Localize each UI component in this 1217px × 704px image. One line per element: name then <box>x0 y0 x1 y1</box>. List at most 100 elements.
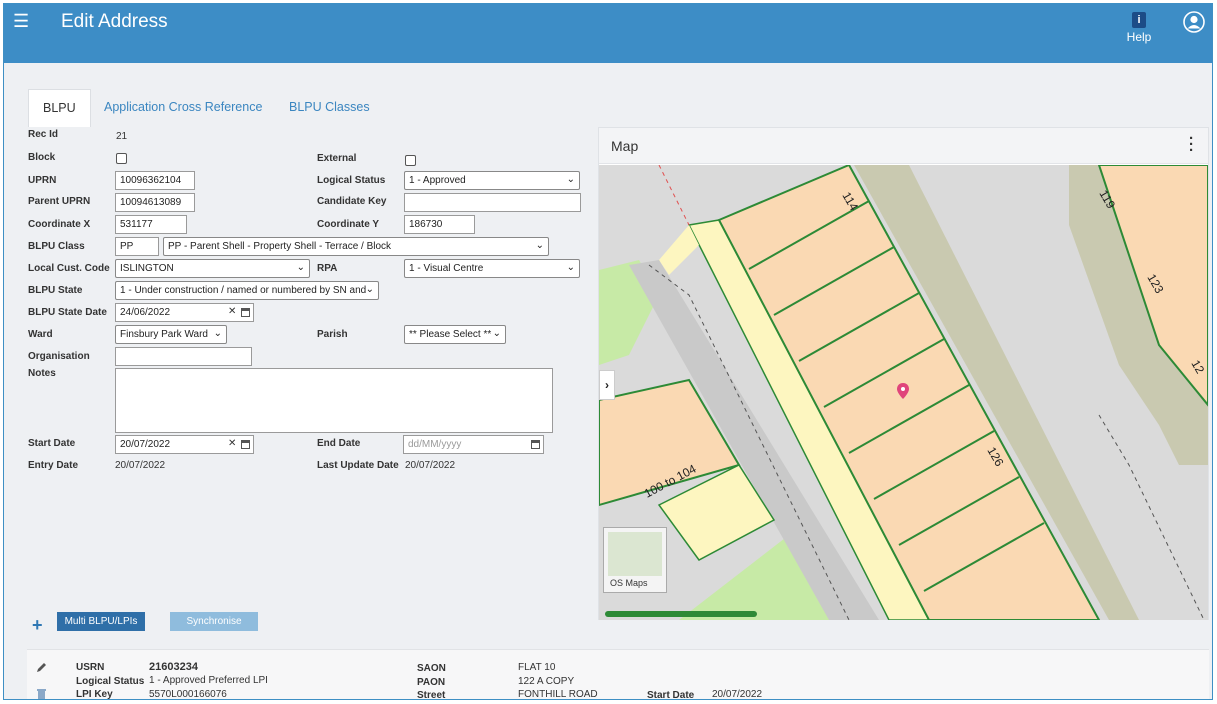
pencil-icon[interactable] <box>35 662 47 674</box>
synchronise-button[interactable]: Synchronise <box>170 612 258 631</box>
lpi-logical-status-value: 1 - Approved Preferred LPI <box>149 675 268 686</box>
ward-select[interactable]: Finsbury Park Ward ⌄ <box>115 325 227 344</box>
tab-application-cross-reference[interactable]: Application Cross Reference <box>104 89 262 127</box>
basemap-switcher[interactable]: OS Maps <box>603 527 667 593</box>
saon-value: FLAT 10 <box>518 662 556 673</box>
block-checkbox[interactable] <box>116 153 127 164</box>
lpi-start-date-value: 20/07/2022 <box>712 689 763 700</box>
map-panel: Map · · · 114 119 123 12 126 100 to 104 … <box>598 127 1209 620</box>
candidate-key-label: Candidate Key <box>317 196 387 207</box>
chevron-right-icon[interactable]: › <box>599 370 615 400</box>
blpu-state-date-field[interactable]: 24/06/2022 ✕ <box>115 303 254 322</box>
notes-textarea[interactable] <box>115 368 553 433</box>
logical-status-label: Logical Status <box>317 175 386 186</box>
start-date-label: Start Date <box>28 438 76 449</box>
blpu-state-select[interactable]: 1 - Under construction / named or number… <box>115 281 379 300</box>
uprn-label: UPRN <box>28 175 57 186</box>
local-cust-code-select[interactable]: ISLINGTON ⌄ <box>115 259 310 278</box>
parent-uprn-label: Parent UPRN <box>28 196 91 207</box>
blpu-class-value: PP - Parent Shell - Property Shell - Ter… <box>168 241 392 252</box>
organisation-field[interactable] <box>115 347 252 366</box>
chevron-down-icon: ⌄ <box>365 284 374 295</box>
coordinate-x-label: Coordinate X <box>28 219 91 230</box>
chevron-down-icon: ⌄ <box>566 174 575 185</box>
map-header: Map · · · <box>599 128 1208 164</box>
chevron-down-icon: ⌄ <box>566 262 575 273</box>
chevron-down-icon: ⌄ <box>492 328 501 339</box>
blpu-class-select[interactable]: PP - Parent Shell - Property Shell - Ter… <box>163 237 549 256</box>
info-icon: i <box>1132 12 1146 28</box>
tab-blpu-classes[interactable]: BLPU Classes <box>289 89 370 127</box>
paon-value: 122 A COPY <box>518 676 575 687</box>
map-canvas[interactable]: 114 119 123 12 126 100 to 104 › OS Maps <box>599 165 1208 620</box>
uprn-field[interactable]: 10096362104 <box>115 171 195 190</box>
parish-label: Parish <box>317 329 348 340</box>
candidate-key-field[interactable] <box>404 193 581 212</box>
parish-select[interactable]: ** Please Select ** ⌄ <box>404 325 506 344</box>
block-label: Block <box>28 152 56 163</box>
lpi-key-value: 5570L000166076 <box>149 689 227 700</box>
logical-status-select[interactable]: 1 - Approved ⌄ <box>404 171 580 190</box>
start-date-field[interactable]: 20/07/2022 ✕ <box>115 435 254 454</box>
street-value: FONTHILL ROAD <box>518 689 598 700</box>
top-bar: ☰ Edit Address i Help <box>4 4 1212 63</box>
ward-label: Ward <box>28 329 53 340</box>
start-date-value: 20/07/2022 <box>120 439 171 450</box>
user-icon[interactable] <box>1183 11 1205 36</box>
coordinate-y-label: Coordinate Y <box>317 219 380 230</box>
logical-status-value: 1 - Approved <box>409 175 466 186</box>
coordinate-y-field[interactable]: 186730 <box>404 215 475 234</box>
parish-value: ** Please Select ** <box>409 329 492 340</box>
rpa-value: 1 - Visual Centre <box>409 263 484 274</box>
blpu-state-date-value: 24/06/2022 <box>120 307 171 318</box>
help-button[interactable]: i Help <box>1124 12 1154 44</box>
tab-blpu[interactable]: BLPU <box>28 89 91 127</box>
trash-icon[interactable] <box>36 688 47 700</box>
plus-icon[interactable]: + <box>32 615 43 636</box>
kebab-menu-icon[interactable]: · · · <box>1189 131 1194 158</box>
multi-blpu-lpis-button[interactable]: Multi BLPU/LPIs <box>57 612 145 631</box>
end-date-placeholder: dd/MM/yyyy <box>408 439 462 450</box>
clear-icon[interactable]: ✕ <box>228 306 236 317</box>
calendar-icon[interactable] <box>241 308 250 317</box>
lpi-start-date-label: Start Date <box>647 690 695 700</box>
blpu-class-label: BLPU Class <box>28 241 85 252</box>
calendar-icon[interactable] <box>531 440 540 449</box>
calendar-icon[interactable] <box>241 440 250 449</box>
last-update-date-label: Last Update Date <box>317 460 399 471</box>
blpu-state-date-label: BLPU State Date <box>28 307 107 318</box>
blpu-state-label: BLPU State <box>28 285 83 296</box>
chevron-down-icon: ⌄ <box>535 240 544 251</box>
end-date-field[interactable]: dd/MM/yyyy <box>403 435 544 454</box>
chevron-down-icon: ⌄ <box>213 328 222 339</box>
rec-id-label: Rec Id <box>28 129 59 140</box>
coordinate-x-field[interactable]: 531177 <box>115 215 187 234</box>
chevron-down-icon: ⌄ <box>296 262 305 273</box>
basemap-label: OS Maps <box>610 578 648 588</box>
clear-icon[interactable]: ✕ <box>228 438 236 449</box>
usrn-value: 21603234 <box>149 661 198 673</box>
external-label: External <box>317 153 357 164</box>
map-title: Map <box>611 138 639 154</box>
paon-label: PAON <box>417 677 446 688</box>
local-cust-code-value: ISLINGTON <box>120 263 174 274</box>
rpa-select[interactable]: 1 - Visual Centre ⌄ <box>404 259 580 278</box>
rec-id-value: 21 <box>116 131 128 142</box>
external-checkbox[interactable] <box>405 155 416 166</box>
entry-date-label: Entry Date <box>28 460 79 471</box>
blpu-class-code-field[interactable]: PP <box>115 237 159 256</box>
saon-label: SAON <box>417 663 446 674</box>
hamburger-icon[interactable]: ☰ <box>13 11 29 32</box>
basemap-thumbnail <box>608 532 662 576</box>
lpi-logical-status-label: Logical Status <box>76 676 145 687</box>
ward-value: Finsbury Park Ward <box>120 329 208 340</box>
map-scale-bar <box>605 611 757 617</box>
lpi-card: USRN 21603234 Logical Status 1 - Approve… <box>27 649 1209 700</box>
entry-date-value: 20/07/2022 <box>115 460 166 471</box>
page-title: Edit Address <box>61 11 168 32</box>
parent-uprn-field[interactable]: 10094613089 <box>115 193 195 212</box>
lpi-key-label: LPI Key <box>76 689 113 700</box>
blpu-state-value: 1 - Under construction / named or number… <box>120 285 367 296</box>
local-cust-code-label: Local Cust. Code <box>28 263 110 274</box>
street-label: Street <box>417 690 446 700</box>
